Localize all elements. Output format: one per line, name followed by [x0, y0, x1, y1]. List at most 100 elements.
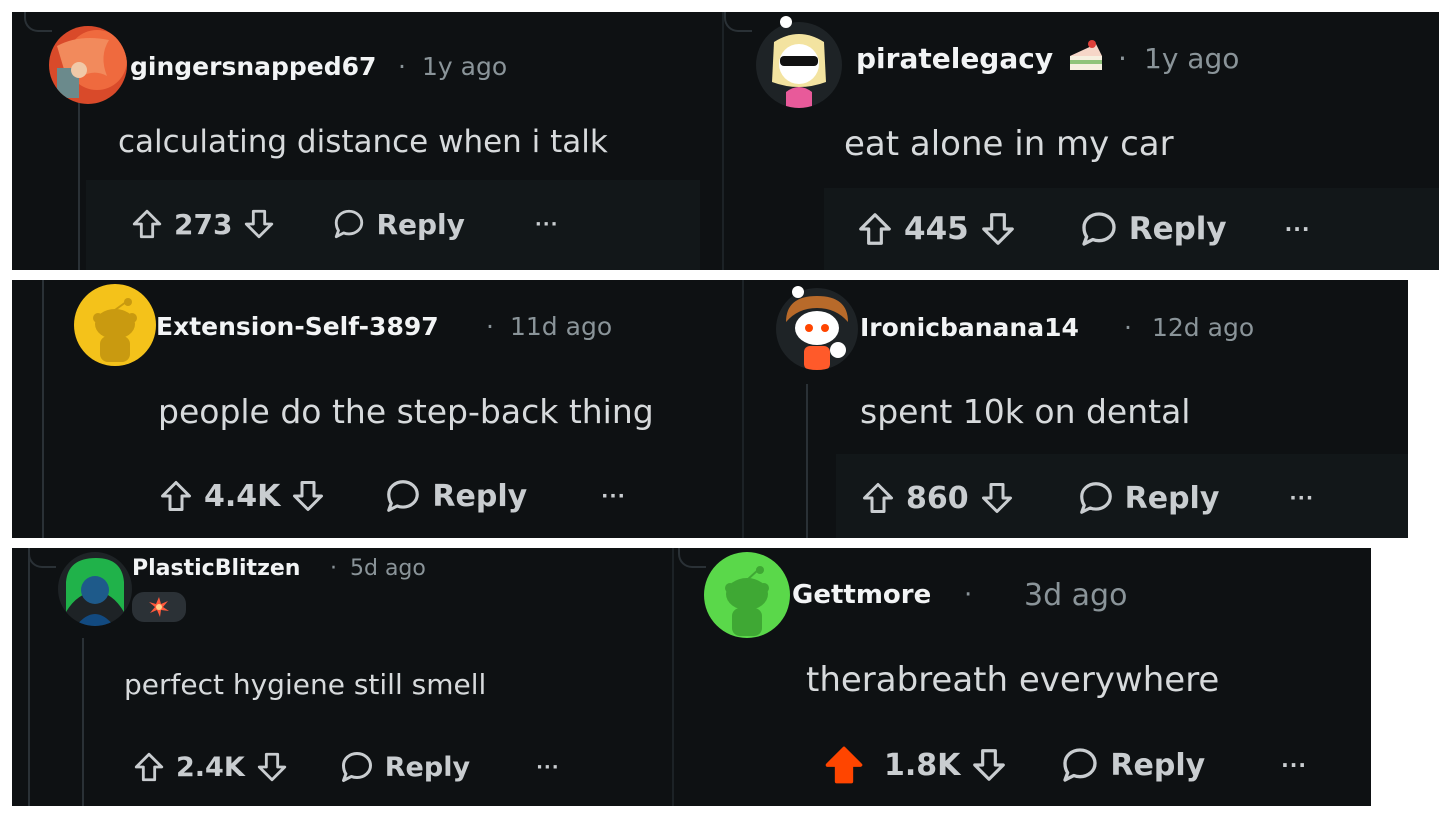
upvote-icon[interactable] [132, 750, 166, 784]
reply-icon [1077, 479, 1115, 517]
downvote-icon[interactable] [290, 478, 326, 514]
comment-actions: 1.8K Reply ··· [822, 744, 1307, 786]
reply-button[interactable]: Reply [1077, 479, 1220, 517]
thread-connector [24, 12, 52, 32]
vote-count: 1.8K [884, 747, 961, 783]
sunglasses-avatar[interactable] [756, 22, 842, 108]
online-dot-icon [792, 286, 804, 298]
reply-label: Reply [1110, 747, 1206, 783]
comment-body: perfect hygiene still smell [124, 668, 487, 701]
downvote-icon[interactable] [979, 480, 1015, 516]
snoo-green-avatar[interactable] [704, 552, 790, 638]
reply-icon [1060, 745, 1100, 785]
comment-age[interactable]: 3d ago [1024, 578, 1127, 613]
separator-dot: · [330, 556, 337, 581]
reply-label: Reply [1124, 480, 1220, 516]
upvote-icon[interactable] [856, 210, 894, 248]
comment-strip-1: gingersnapped67 · 1y ago calculating dis… [12, 12, 1439, 270]
vote-count: 4.4K [204, 478, 281, 514]
thread-connector [724, 12, 752, 32]
more-options-button[interactable]: ··· [535, 214, 559, 235]
cake-icon [1066, 38, 1106, 74]
comment-age[interactable]: 1y ago [422, 52, 507, 81]
comment-body: therabreath everywhere [806, 660, 1220, 700]
comment-strip-3: PlasticBlitzen · 5d ago perfect hygiene … [12, 548, 1371, 806]
green-hair-avatar[interactable] [58, 552, 132, 626]
username[interactable]: gingersnapped67 [130, 52, 376, 81]
username[interactable]: PlasticBlitzen [132, 556, 300, 581]
comment-card: piratelegacy · 1y ago eat alone in my ca… [724, 12, 1439, 270]
comment-actions: 445 Reply ··· [856, 208, 1310, 250]
upvote-icon[interactable] [158, 478, 194, 514]
orange-hair-avatar[interactable] [49, 26, 127, 104]
vote-count: 445 [904, 211, 969, 247]
comment-body: eat alone in my car [844, 124, 1174, 164]
upvote-icon[interactable] [822, 743, 866, 787]
separator-dot: · [1118, 42, 1127, 75]
thread-line[interactable] [28, 548, 30, 806]
comment-age[interactable]: 5d ago [350, 556, 426, 581]
reply-button[interactable]: Reply [1060, 745, 1205, 785]
vote-count: 2.4K [176, 751, 245, 783]
comment-actions: 4.4K Reply ··· [158, 476, 626, 516]
downvote-icon[interactable] [255, 750, 289, 784]
online-dot-icon [780, 16, 792, 28]
reply-button[interactable]: Reply [332, 207, 465, 241]
downvote-icon[interactable] [970, 746, 1008, 784]
comment-actions: 2.4K Reply ··· [132, 748, 560, 786]
reply-icon [384, 477, 422, 515]
comment-age[interactable]: 1y ago [1144, 42, 1239, 75]
reply-icon [1079, 209, 1119, 249]
thread-connector [28, 548, 56, 568]
thread-line[interactable] [42, 280, 44, 538]
more-options-button[interactable]: ··· [536, 757, 560, 778]
comment-actions: 860 Reply ··· [860, 478, 1314, 518]
comment-actions: 273 Reply ··· [130, 204, 558, 244]
downvote-icon[interactable] [979, 210, 1017, 248]
separator-dot: · [398, 52, 406, 81]
vote-count: 273 [174, 207, 233, 241]
reply-icon [339, 749, 375, 785]
thread-line[interactable] [82, 638, 84, 806]
comment-card: Ironicbanana14 · 12d ago spent 10k on de… [744, 280, 1408, 538]
reply-icon [332, 207, 366, 241]
snoo-yellow-avatar[interactable] [74, 284, 156, 366]
thread-line[interactable] [806, 384, 808, 538]
separator-dot: · [1124, 313, 1132, 342]
thread-line[interactable] [78, 98, 80, 270]
comment-strip-2: Extension-Self-3897 · 11d ago people do … [12, 280, 1408, 538]
separator-dot: · [964, 580, 973, 610]
more-options-button[interactable]: ··· [1289, 487, 1314, 509]
more-options-button[interactable]: ··· [1285, 217, 1311, 241]
username[interactable]: Gettmore [792, 580, 931, 610]
separator-dot: · [486, 312, 494, 341]
reply-button[interactable]: Reply [384, 477, 527, 515]
thread-connector [678, 548, 706, 568]
upvote-icon[interactable] [130, 207, 164, 241]
more-options-button[interactable]: ··· [601, 485, 626, 507]
reply-label: Reply [432, 478, 528, 514]
reply-label: Reply [1128, 211, 1227, 247]
reply-button[interactable]: Reply [339, 749, 470, 785]
more-options-button[interactable]: ··· [1281, 753, 1307, 777]
reply-button[interactable]: Reply [1079, 209, 1227, 249]
comment-age[interactable]: 12d ago [1152, 313, 1254, 342]
comment-card: Gettmore · 3d ago therabreath everywhere… [674, 548, 1371, 806]
downvote-icon[interactable] [242, 207, 276, 241]
username[interactable]: piratelegacy [856, 42, 1053, 75]
comment-body: spent 10k on dental [860, 392, 1191, 431]
username[interactable]: Ironicbanana14 [860, 313, 1079, 342]
snoo-brown-hair-avatar[interactable] [776, 288, 858, 370]
upvote-icon[interactable] [860, 480, 896, 516]
comment-card: PlasticBlitzen · 5d ago perfect hygiene … [12, 548, 672, 806]
comment-age[interactable]: 11d ago [510, 312, 612, 341]
username[interactable]: Extension-Self-3897 [156, 312, 439, 341]
comment-body: calculating distance when i talk [118, 124, 608, 160]
reply-label: Reply [384, 751, 471, 783]
explosion-icon [132, 592, 186, 622]
comment-card: Extension-Self-3897 · 11d ago people do … [12, 280, 742, 538]
reply-label: Reply [376, 207, 465, 241]
comment-body: people do the step-back thing [158, 392, 654, 431]
comment-card: gingersnapped67 · 1y ago calculating dis… [12, 12, 722, 270]
vote-count: 860 [906, 480, 969, 516]
